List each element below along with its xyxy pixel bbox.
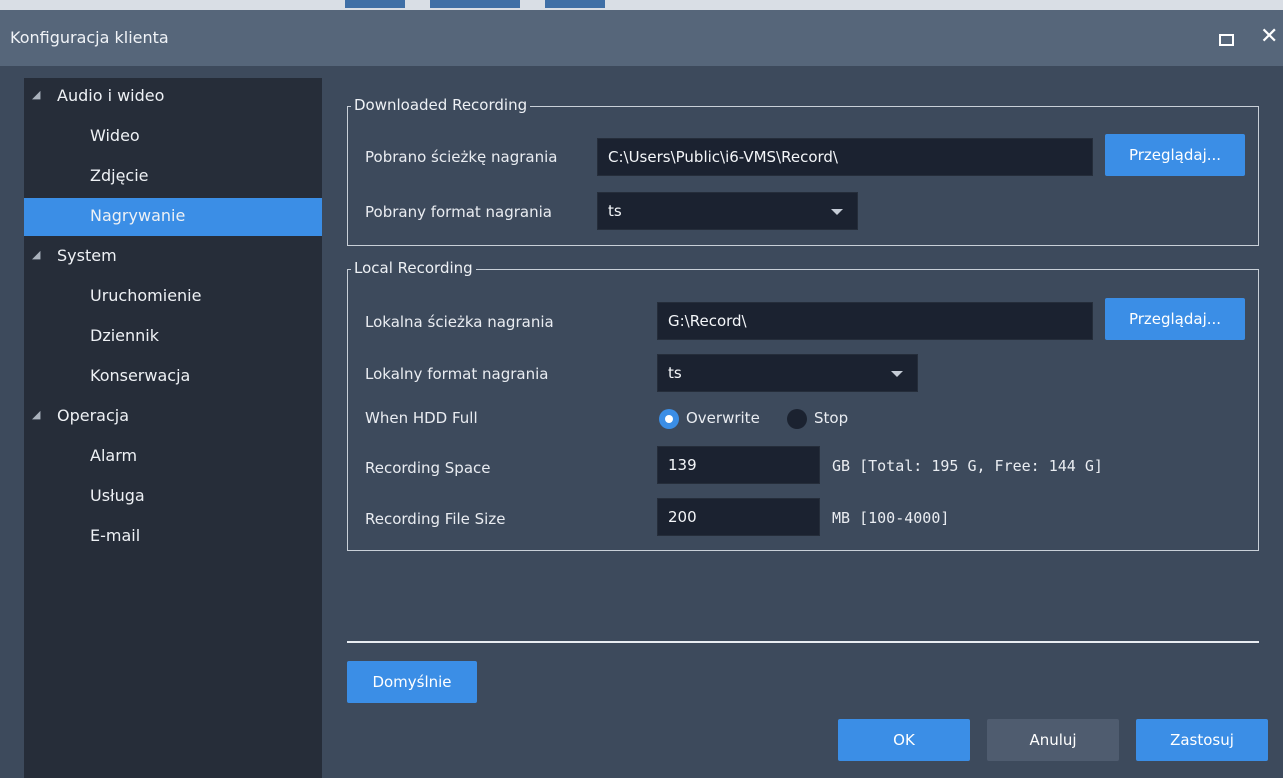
recording-file-size-label: Recording File Size xyxy=(365,510,506,528)
nav-label: Usługa xyxy=(90,486,145,505)
recording-space-hint: GB [Total: 195 G, Free: 144 G] xyxy=(832,457,1103,475)
apply-button[interactable]: Zastosuj xyxy=(1136,719,1268,761)
nav-label: Zdjęcie xyxy=(90,166,149,185)
nav-group-system[interactable]: ◢ System xyxy=(24,238,322,276)
nav-label: System xyxy=(57,246,117,265)
expand-triangle-icon[interactable]: ◢ xyxy=(32,408,40,421)
maximize-icon[interactable] xyxy=(1216,26,1236,48)
background-app-tab xyxy=(345,0,405,8)
nav-label: Wideo xyxy=(90,126,140,145)
ok-button[interactable]: OK xyxy=(838,719,970,761)
overwrite-radio[interactable] xyxy=(659,409,679,429)
nav-label: Uruchomienie xyxy=(90,286,202,305)
nav-item-service[interactable]: Usługa xyxy=(24,478,322,516)
local-path-label: Lokalna ścieżka nagrania xyxy=(365,313,554,331)
stop-radio[interactable] xyxy=(787,409,807,429)
nav-label: Audio i wideo xyxy=(57,86,165,105)
recording-file-size-hint: MB [100-4000] xyxy=(832,509,950,527)
hdd-full-label: When HDD Full xyxy=(365,409,478,427)
recording-file-size-input[interactable]: 200 xyxy=(657,498,820,536)
group-title: Local Recording xyxy=(351,259,476,277)
nav-item-maintenance[interactable]: Konserwacja xyxy=(24,358,322,396)
recording-space-input[interactable]: 139 xyxy=(657,446,820,484)
nav-label: Alarm xyxy=(90,446,138,465)
stop-radio-label[interactable]: Stop xyxy=(814,409,848,427)
client-config-dialog: Konfiguracja klienta ✕ ◢ Audio i wideo W… xyxy=(0,10,1283,778)
select-value: ts xyxy=(668,364,682,382)
nav-item-alarm[interactable]: Alarm xyxy=(24,438,322,476)
group-title: Downloaded Recording xyxy=(351,96,531,114)
nav-label: Dziennik xyxy=(90,326,159,345)
chevron-down-icon xyxy=(831,209,843,215)
settings-nav-tree: ◢ Audio i wideo Wideo Zdjęcie Nagrywanie… xyxy=(24,78,322,778)
nav-label: Operacja xyxy=(57,406,130,425)
nav-item-log[interactable]: Dziennik xyxy=(24,318,322,356)
nav-item-video[interactable]: Wideo xyxy=(24,118,322,156)
nav-group-audio-video[interactable]: ◢ Audio i wideo xyxy=(24,78,322,116)
nav-label: Nagrywanie xyxy=(90,206,186,225)
nav-item-startup[interactable]: Uruchomienie xyxy=(24,278,322,316)
select-value: ts xyxy=(608,202,622,220)
nav-item-snapshot[interactable]: Zdjęcie xyxy=(24,158,322,196)
browse-local-path-button[interactable]: Przeglądaj... xyxy=(1105,298,1245,340)
chevron-down-icon xyxy=(891,371,903,377)
window-title: Konfiguracja klienta xyxy=(10,28,169,47)
browse-download-path-button[interactable]: Przeglądaj... xyxy=(1105,134,1245,176)
title-bar: Konfiguracja klienta ✕ xyxy=(0,10,1283,66)
nav-item-email[interactable]: E-mail xyxy=(24,518,322,556)
local-format-label: Lokalny format nagrania xyxy=(365,365,549,383)
background-app-strip xyxy=(0,0,1283,10)
cancel-button[interactable]: Anuluj xyxy=(987,719,1119,761)
default-button[interactable]: Domyślnie xyxy=(347,661,477,703)
expand-triangle-icon[interactable]: ◢ xyxy=(32,248,40,261)
download-path-input[interactable]: C:\Users\Public\i6-VMS\Record\ xyxy=(597,138,1093,176)
background-app-tab xyxy=(545,0,605,8)
nav-label: Konserwacja xyxy=(90,366,191,385)
local-path-input[interactable]: G:\Record\ xyxy=(657,302,1093,340)
nav-group-operation[interactable]: ◢ Operacja xyxy=(24,398,322,436)
expand-triangle-icon[interactable]: ◢ xyxy=(32,88,40,101)
download-format-label: Pobrany format nagrania xyxy=(365,203,552,221)
background-app-tab xyxy=(430,0,520,8)
nav-label: E-mail xyxy=(90,526,141,545)
local-format-select[interactable]: ts xyxy=(657,354,918,392)
overwrite-radio-label[interactable]: Overwrite xyxy=(686,409,760,427)
footer-divider xyxy=(347,641,1259,643)
close-icon[interactable]: ✕ xyxy=(1260,26,1280,48)
nav-item-recording[interactable]: Nagrywanie xyxy=(24,198,322,236)
download-format-select[interactable]: ts xyxy=(597,192,858,230)
recording-space-label: Recording Space xyxy=(365,459,491,477)
download-path-label: Pobrano ścieżkę nagrania xyxy=(365,148,558,166)
